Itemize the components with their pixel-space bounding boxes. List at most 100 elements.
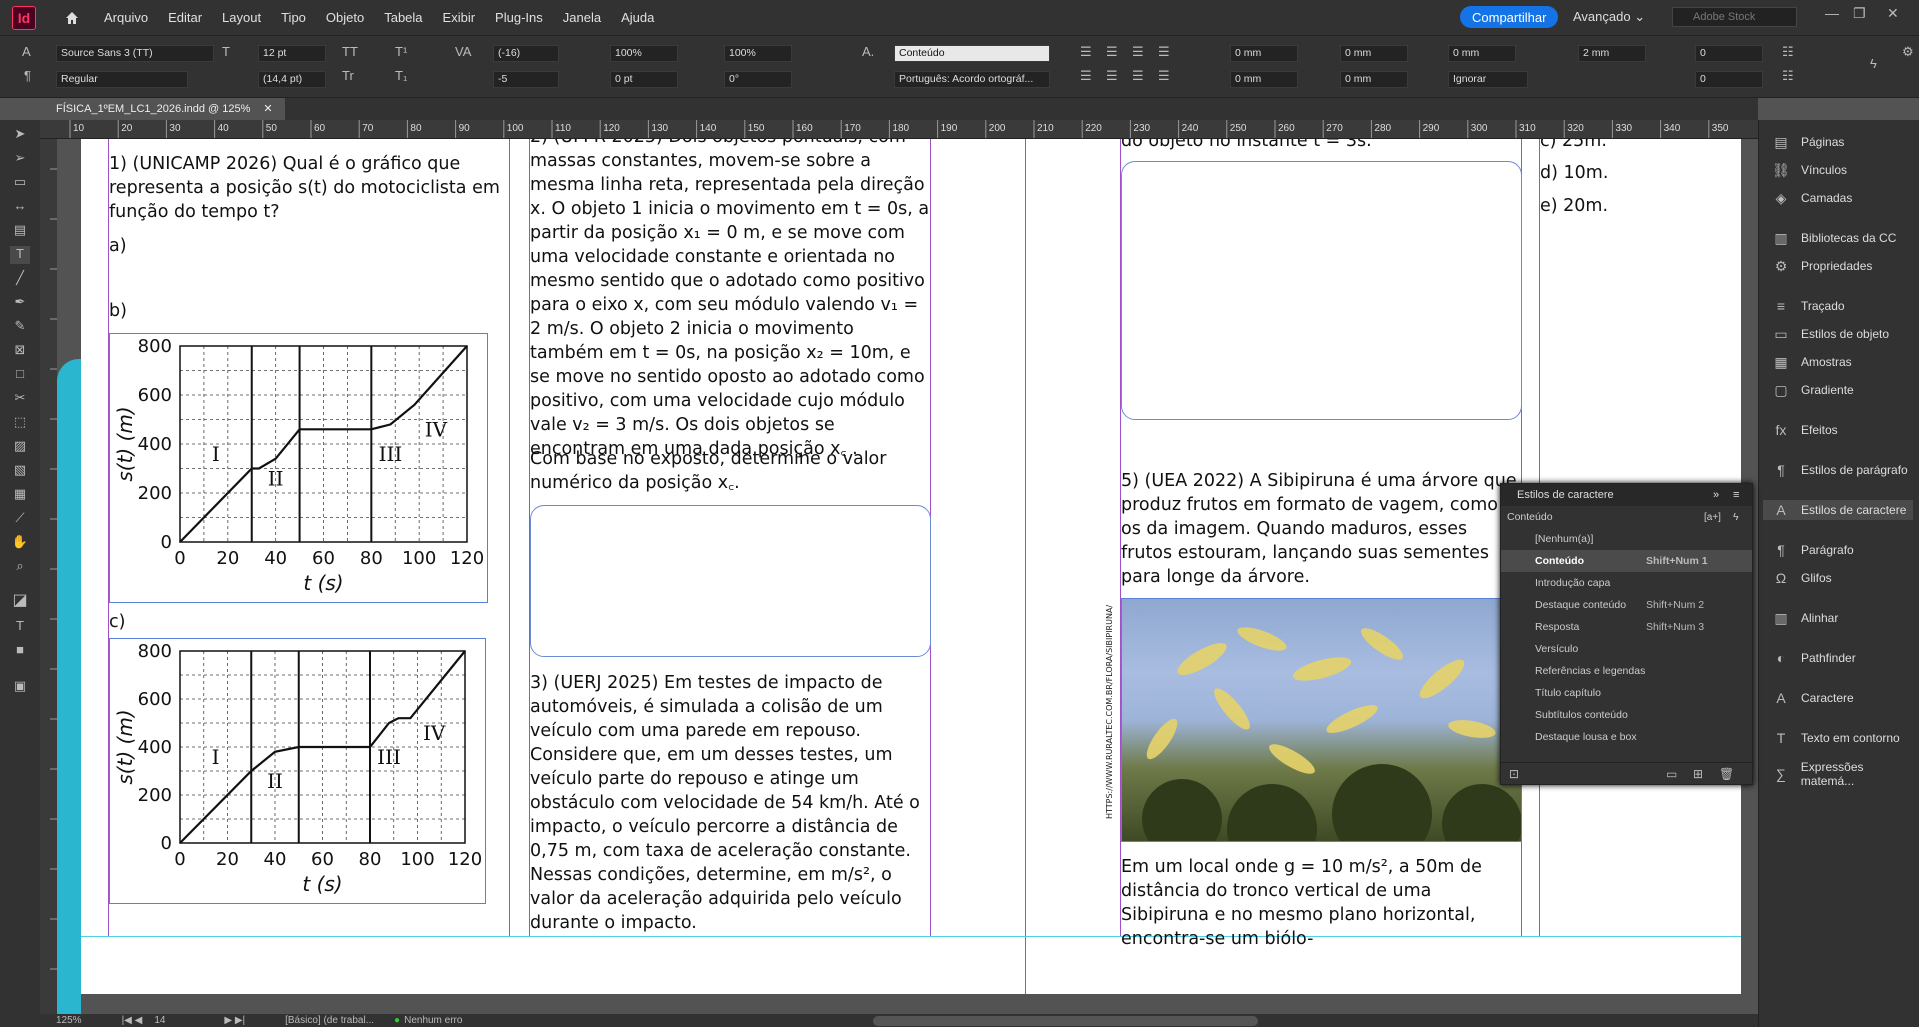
align-right-icon[interactable]: ☰ bbox=[1132, 44, 1144, 60]
option-b[interactable]: b) bbox=[109, 299, 127, 323]
page-tool-icon[interactable]: ▭ bbox=[10, 174, 30, 192]
justify-right-icon[interactable]: ☰ bbox=[1132, 68, 1144, 84]
gap-tool-icon[interactable]: ↔ bbox=[10, 198, 30, 216]
create-style-icon[interactable]: [a+] bbox=[1704, 512, 1721, 523]
style-item[interactable]: Destaque conteúdo Shift+Num 2 bbox=[1501, 594, 1752, 616]
tracking-field[interactable]: -5 bbox=[493, 71, 559, 88]
font-family-field[interactable]: Source Sans 3 (TT) bbox=[56, 45, 214, 62]
font-style-field[interactable]: Regular bbox=[56, 71, 188, 88]
lightning-icon[interactable]: ϟ bbox=[1733, 511, 1739, 523]
apply-color-icon[interactable]: ■ bbox=[10, 642, 30, 660]
menu-0[interactable]: Arquivo bbox=[94, 10, 158, 25]
zoom-field[interactable]: 125% bbox=[56, 1015, 82, 1026]
collapse-icon[interactable]: » bbox=[1713, 489, 1719, 501]
rectangle-tool-icon[interactable]: □ bbox=[10, 366, 30, 384]
panel-object-styles[interactable]: ▭ Estilos de objeto bbox=[1771, 324, 1889, 344]
panel-align[interactable]: ▥ Alinhar bbox=[1771, 608, 1838, 628]
justify-center-icon[interactable]: ☰ bbox=[1106, 68, 1118, 84]
paragraph-mode-icon[interactable]: ¶ bbox=[24, 68, 31, 83]
minimize-icon[interactable]: — bbox=[1825, 5, 1839, 21]
style-item[interactable]: Referências e legendas bbox=[1501, 660, 1752, 682]
preflight-status[interactable]: Nenhum erro bbox=[404, 1015, 462, 1026]
gradient-swatch-icon[interactable]: ▨ bbox=[10, 438, 30, 456]
justify-icon[interactable]: ☰ bbox=[1158, 44, 1170, 60]
chart-b-frame[interactable]: 0 20 40 60 80 100 120 0 200 400 600 800 t (s) s(t) (m… bbox=[109, 333, 488, 603]
right-indent-field[interactable]: 0 mm bbox=[1340, 45, 1408, 62]
option-d-10m[interactable]: d) 10m. bbox=[1540, 161, 1608, 185]
panel-glyphs[interactable]: Ω Glifos bbox=[1771, 568, 1832, 588]
subscript-icon[interactable]: T₁ bbox=[395, 68, 407, 83]
formatting-text-icon[interactable]: T bbox=[10, 618, 30, 636]
left-indent-field[interactable]: 0 mm bbox=[1230, 45, 1298, 62]
page-nav-next-icon[interactable]: ▶ ▶| bbox=[224, 1015, 245, 1026]
language-field[interactable]: Português: Acordo ortográf... bbox=[894, 71, 1050, 88]
rectangle-frame-icon[interactable]: ⊠ bbox=[10, 342, 30, 360]
trash-icon[interactable]: 🗑 bbox=[1719, 767, 1734, 781]
list-icon[interactable]: ☷ bbox=[1782, 44, 1794, 60]
panel-text-wrap[interactable]: T Texto em contorno bbox=[1771, 728, 1900, 748]
menu-9[interactable]: Ajuda bbox=[611, 10, 664, 25]
style-item[interactable]: Resposta Shift+Num 3 bbox=[1501, 616, 1752, 638]
panel-gradient[interactable]: ▢ Gradiente bbox=[1771, 380, 1853, 400]
quick-apply-icon[interactable]: ϟ bbox=[1870, 56, 1877, 71]
eyedropper-icon[interactable]: ⟋ bbox=[10, 510, 30, 528]
drop-cap-lines-field[interactable]: 0 bbox=[1695, 45, 1763, 62]
justify-all-icon[interactable]: ☰ bbox=[1158, 68, 1170, 84]
hand-tool-icon[interactable]: ✋ bbox=[10, 534, 30, 552]
new-style-icon[interactable]: ⊞ bbox=[1693, 767, 1703, 781]
style-item[interactable]: [Nenhum(a)] bbox=[1501, 528, 1752, 550]
settings-icon[interactable]: ⚙ bbox=[1902, 44, 1914, 60]
question-2-prompt[interactable]: Com base no exposto, determine o valor n… bbox=[530, 447, 930, 495]
document-tab[interactable]: FÍSICA_1ºEM_LC1_2026.indd @ 125% ✕ bbox=[40, 98, 285, 120]
close-tab-icon[interactable]: ✕ bbox=[263, 103, 272, 115]
answer-box-2[interactable] bbox=[530, 505, 931, 657]
panel-pages[interactable]: ▤ Páginas bbox=[1771, 132, 1844, 152]
panel-swatches[interactable]: ▦ Amostras bbox=[1771, 352, 1851, 372]
small-caps-icon[interactable]: Tr bbox=[342, 68, 354, 83]
leading-field[interactable]: (14,4 pt) bbox=[258, 71, 326, 88]
menu-5[interactable]: Tabela bbox=[374, 10, 432, 25]
superscript-icon[interactable]: T¹ bbox=[395, 44, 407, 59]
chart-c-frame[interactable]: 0 20 40 60 80 100 120 0 200 400 600 800 t (s) s(t) (m… bbox=[109, 638, 486, 904]
adobe-stock-search[interactable]: Adobe Stock bbox=[1672, 7, 1797, 27]
panel-paragraph[interactable]: ¶ Parágrafo bbox=[1771, 540, 1853, 560]
sibipiruna-photo[interactable] bbox=[1121, 598, 1522, 842]
panel-layers[interactable]: ◈ Camadas bbox=[1771, 188, 1853, 208]
menu-1[interactable]: Editar bbox=[158, 10, 212, 25]
screen-mode-icon[interactable]: ▣ bbox=[10, 678, 30, 696]
horizontal-scrollbar[interactable] bbox=[873, 1016, 1258, 1026]
note-tool-icon[interactable]: ▦ bbox=[10, 486, 30, 504]
horizontal-scale-field[interactable]: 100% bbox=[724, 45, 792, 62]
option-a[interactable]: a) bbox=[109, 234, 127, 258]
panel-paragraph-styles[interactable]: ¶ Estilos de parágrafo bbox=[1771, 460, 1908, 480]
vertical-scale-field[interactable]: 100% bbox=[610, 45, 678, 62]
workspace-switcher[interactable]: Avançado ⌄ bbox=[1573, 9, 1645, 25]
page-field[interactable]: 14 bbox=[154, 1015, 214, 1026]
last-line-indent-field[interactable]: 0 mm bbox=[1340, 71, 1408, 88]
skew-field[interactable]: 0° bbox=[724, 71, 792, 88]
align-left-icon[interactable]: ☰ bbox=[1080, 44, 1092, 60]
vertical-ruler[interactable] bbox=[40, 139, 57, 1014]
style-item[interactable]: Título capítulo bbox=[1501, 682, 1752, 704]
zoom-tool-icon[interactable]: ⌕ bbox=[10, 558, 30, 576]
panel-character-styles[interactable]: A Estilos de caractere bbox=[1763, 500, 1913, 520]
pencil-tool-icon[interactable]: ✎ bbox=[10, 318, 30, 336]
folder-icon[interactable]: ▭ bbox=[1666, 767, 1677, 781]
font-size-field[interactable]: 12 pt bbox=[258, 45, 326, 62]
content-collector-icon[interactable]: ▤ bbox=[10, 222, 30, 240]
type-tool-icon[interactable]: T bbox=[10, 246, 30, 264]
style-item[interactable]: Versículo bbox=[1501, 638, 1752, 660]
preflight-profile[interactable]: [Básico] (de trabal... bbox=[285, 1015, 374, 1026]
align-center-icon[interactable]: ☰ bbox=[1106, 44, 1118, 60]
style-groups-icon[interactable]: ⊡ bbox=[1509, 767, 1519, 781]
menu-4[interactable]: Objeto bbox=[316, 10, 374, 25]
question-1[interactable]: 1) (UNICAMP 2026) Qual é o gráfico que r… bbox=[109, 152, 509, 224]
panel-cc-libraries[interactable]: ▥ Bibliotecas da CC bbox=[1771, 228, 1896, 248]
option-c-25m[interactable]: c) 25m. bbox=[1540, 139, 1607, 153]
menu-3[interactable]: Tipo bbox=[271, 10, 316, 25]
panel-stroke[interactable]: ≡ Traçado bbox=[1771, 296, 1845, 316]
menu-8[interactable]: Janela bbox=[553, 10, 611, 25]
panel-header[interactable]: Estilos de caractere » ≡ bbox=[1501, 484, 1752, 506]
answer-box-4[interactable] bbox=[1121, 161, 1522, 420]
style-item[interactable]: Subtítulos conteúdo bbox=[1501, 704, 1752, 726]
